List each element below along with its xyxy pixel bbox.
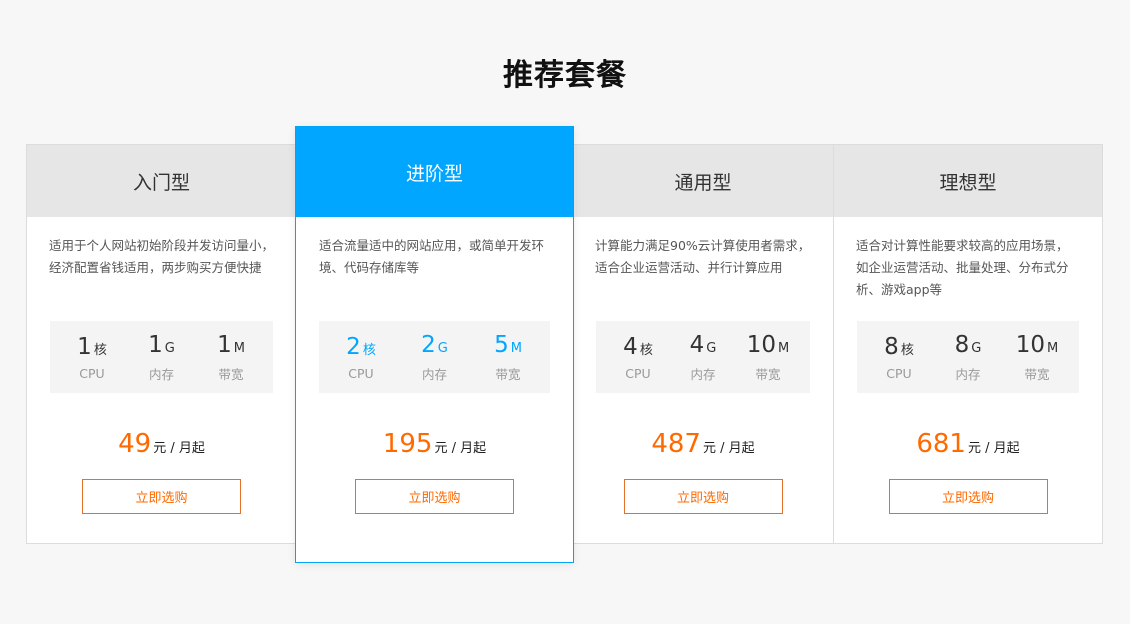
plan-card-advanced: 进阶型 适合流量适中的网站应用，或简单开发环境、代码存储库等 2核 CPU 2G… [295, 126, 574, 563]
spec-label: 内存 [421, 367, 447, 382]
spec-label: CPU [79, 366, 105, 381]
spec-memory: 8G 内存 [942, 321, 994, 393]
buy-button[interactable]: 立即选购 [355, 479, 514, 514]
spec-label: CPU [886, 366, 912, 381]
price-amount: 681 [916, 429, 966, 459]
buy-button[interactable]: 立即选购 [888, 479, 1048, 514]
spec-panel: 1核 CPU 1G 内存 1M 带宽 [50, 321, 273, 393]
spec-panel: 2核 CPU 2G 内存 5M 带宽 [319, 321, 550, 393]
plan-name: 入门型 [27, 145, 296, 217]
spec-value: 1 [148, 332, 163, 358]
price-row: 487 元 / 月起 [573, 429, 833, 461]
spec-unit: M [1047, 341, 1059, 356]
spec-value: 5 [494, 332, 509, 358]
spec-panel: 4核 CPU 4G 内存 10 M 带宽 [596, 321, 810, 393]
spec-value: 4 [623, 334, 638, 360]
price-suffix: 元 / 月起 [434, 441, 487, 456]
plan-list: 入门型 适用于个人网站初始阶段并发访问量小，经济配置省钱适用，两步购买方便快捷 … [0, 0, 1130, 624]
spec-label: 内存 [690, 367, 716, 382]
spec-value: 4 [689, 332, 705, 358]
pricing-section: 推荐套餐 入门型 适用于个人网站初始阶段并发访问量小，经济配置省钱适用，两步购买… [0, 0, 1130, 624]
price-amount: 195 [382, 429, 433, 459]
spec-label: CPU [348, 366, 374, 381]
price-amount: 487 [651, 429, 701, 459]
spec-cpu: 8核 CPU [873, 321, 925, 393]
spec-memory: 4G 内存 [677, 321, 729, 393]
spec-bandwidth: 10 M 带宽 [742, 321, 794, 393]
spec-unit: M [778, 341, 790, 356]
spec-value: 8 [954, 332, 970, 358]
spec-unit: G [437, 341, 448, 356]
plan-name: 进阶型 [296, 127, 573, 217]
price-suffix: 元 / 月起 [967, 441, 1020, 456]
plan-card-general: 通用型 计算能力满足90%云计算使用者需求，适合企业运营活动、并行计算应用 4核… [573, 144, 834, 544]
spec-label: 带宽 [495, 367, 521, 382]
spec-cpu: 2核 CPU [335, 321, 387, 393]
spec-cpu: 1核 CPU [66, 321, 118, 393]
spec-unit: G [971, 341, 982, 356]
spec-bandwidth: 5M 带宽 [482, 321, 534, 393]
price-row: 195 元 / 月起 [296, 429, 573, 461]
spec-cpu: 4核 CPU [612, 321, 664, 393]
plan-description: 适用于个人网站初始阶段并发访问量小，经济配置省钱适用，两步购买方便快捷 [49, 238, 275, 275]
spec-label: 带宽 [218, 367, 244, 382]
spec-bandwidth: 10 M 带宽 [1011, 321, 1063, 393]
spec-value: 10 [1015, 332, 1046, 358]
spec-unit: M [510, 341, 522, 356]
buy-button[interactable]: 立即选购 [623, 479, 783, 514]
spec-bandwidth: 1M 带宽 [205, 321, 257, 393]
spec-unit: 核 [362, 343, 376, 358]
spec-value: 8 [884, 334, 899, 360]
price-amount: 49 [118, 429, 152, 459]
spec-value: 1 [77, 334, 92, 360]
spec-value: 2 [346, 334, 361, 360]
spec-label: 内存 [955, 367, 981, 382]
spec-label: 带宽 [1024, 367, 1050, 382]
spec-value: 2 [421, 332, 436, 358]
plan-card-ideal: 理想型 适合对计算性能要求较高的应用场景，如企业运营活动、批量处理、分布式分析、… [833, 144, 1103, 544]
price-suffix: 元 / 月起 [702, 441, 755, 456]
plan-card-entry: 入门型 适用于个人网站初始阶段并发访问量小，经济配置省钱适用，两步购买方便快捷 … [26, 144, 296, 544]
spec-label: CPU [625, 366, 651, 381]
spec-label: 带宽 [755, 367, 781, 382]
spec-panel: 8核 CPU 8G 内存 10 M 带宽 [857, 321, 1079, 393]
plan-description: 计算能力满足90%云计算使用者需求，适合企业运营活动、并行计算应用 [595, 238, 811, 275]
price-row: 49 元 / 月起 [27, 429, 296, 461]
price-row: 681 元 / 月起 [834, 429, 1102, 461]
plan-name: 理想型 [834, 145, 1102, 217]
spec-label: 内存 [148, 367, 174, 382]
plan-name: 通用型 [573, 145, 833, 217]
spec-unit: M [233, 341, 245, 356]
spec-unit: G [164, 341, 175, 356]
spec-unit: 核 [93, 343, 107, 358]
spec-unit: 核 [639, 343, 653, 358]
spec-memory: 2G 内存 [409, 321, 461, 393]
spec-unit: G [706, 341, 717, 356]
plan-description: 适合对计算性能要求较高的应用场景，如企业运营活动、批量处理、分布式分析、游戏ap… [856, 238, 1069, 297]
spec-memory: 1G 内存 [136, 321, 188, 393]
spec-unit: 核 [900, 343, 914, 358]
buy-button[interactable]: 立即选购 [82, 479, 241, 514]
price-suffix: 元 / 月起 [153, 441, 205, 456]
plan-description: 适合流量适中的网站应用，或简单开发环境、代码存储库等 [319, 238, 545, 275]
spec-value: 10 [746, 332, 777, 358]
spec-value: 1 [217, 332, 232, 358]
